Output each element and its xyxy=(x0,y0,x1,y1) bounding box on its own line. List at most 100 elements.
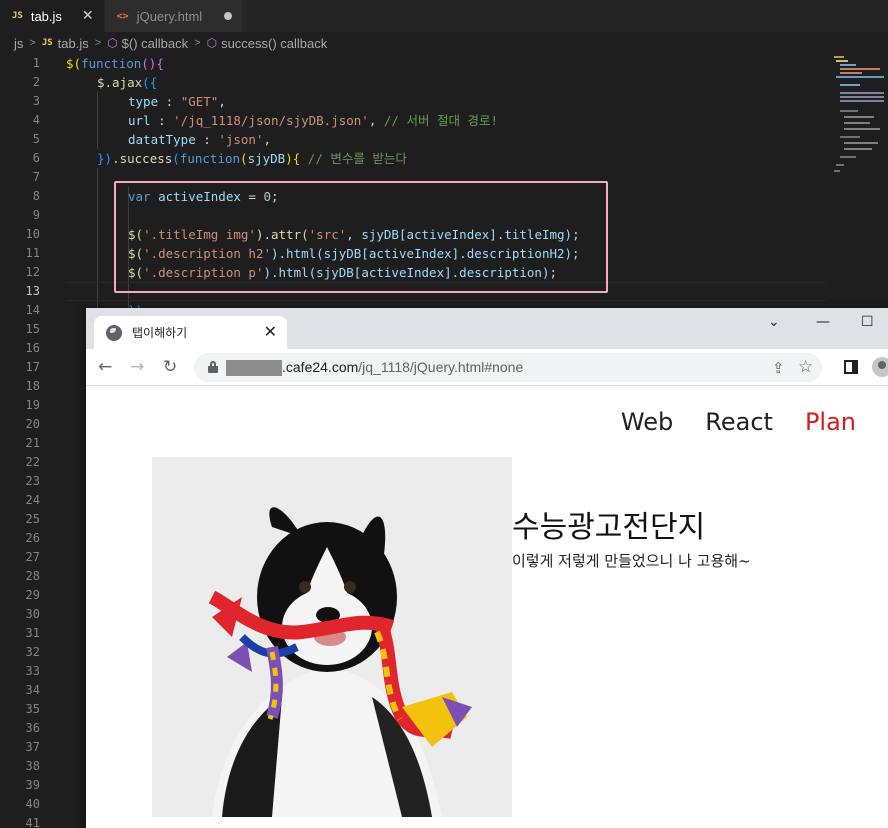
html-file-icon: <> xyxy=(116,10,129,22)
token: // 서버 절대 경로! xyxy=(383,113,499,128)
token: (){ xyxy=(141,56,164,71)
menu-item-web[interactable]: Web xyxy=(621,408,673,436)
token: $ xyxy=(97,75,105,90)
minimap-line xyxy=(836,60,848,62)
line-number: 39 xyxy=(25,778,40,792)
minimap-line xyxy=(836,76,884,78)
line-number: 22 xyxy=(25,455,40,469)
close-icon[interactable]: ✕ xyxy=(264,322,277,341)
line-number: 3 xyxy=(32,94,40,108)
line-number: 2 xyxy=(32,75,40,89)
minimap[interactable] xyxy=(826,54,888,314)
token: "GET" xyxy=(180,94,219,109)
token: : xyxy=(150,113,174,128)
minimap-line xyxy=(836,164,844,166)
token: type xyxy=(128,94,159,109)
line-number: 34 xyxy=(25,683,40,697)
tab-tab-js[interactable]: JS tab.js ✕ xyxy=(0,0,105,32)
token: function xyxy=(179,151,241,166)
code-line-1[interactable]: $(function(){ xyxy=(66,54,164,73)
chevron-down-icon[interactable]: ⌄ xyxy=(768,314,780,330)
breadcrumb-callback[interactable]: $() callback xyxy=(122,36,188,51)
token: datatType xyxy=(128,132,196,147)
minimap-line xyxy=(840,96,884,98)
forward-arrow-icon[interactable]: → xyxy=(130,357,144,377)
code-line-6[interactable]: }).success(function(sjyDB){ // 변수를 받는다 xyxy=(97,149,407,168)
line-number: 19 xyxy=(25,398,40,412)
token: $ xyxy=(66,56,74,71)
line-number: 16 xyxy=(25,341,40,355)
minimap-line xyxy=(840,110,858,112)
chevron-right-icon: > xyxy=(94,37,102,49)
line-number: 35 xyxy=(25,702,40,716)
minimap-line xyxy=(840,92,884,94)
indent-guide xyxy=(97,92,98,149)
unsaved-dot-icon[interactable] xyxy=(224,12,233,20)
description-heading: 수능광고전단지 xyxy=(512,510,706,545)
token: '/jq_1118/json/sjyDB.json' xyxy=(173,113,369,128)
line-number: 1 xyxy=(32,56,40,70)
back-arrow-icon[interactable]: ← xyxy=(98,357,112,377)
line-number: 41 xyxy=(25,816,40,828)
token: : xyxy=(195,132,219,147)
breadcrumb-success-callback[interactable]: success() callback xyxy=(221,36,327,51)
token: ( xyxy=(73,56,82,71)
minimap-line xyxy=(844,148,872,150)
token: , xyxy=(263,132,271,147)
line-number: 27 xyxy=(25,550,40,564)
menu-item-plan[interactable]: Plan xyxy=(805,408,856,436)
side-panel-icon[interactable] xyxy=(844,360,858,374)
share-icon[interactable]: ⇪ xyxy=(772,359,785,377)
tab-jquery-html[interactable]: <> jQuery.html xyxy=(104,0,244,32)
minimap-line xyxy=(844,128,880,130)
minimap-line xyxy=(840,136,860,138)
code-line-4[interactable]: url : '/jq_1118/json/sjyDB.json', // 서버 … xyxy=(128,111,498,130)
lock-icon[interactable] xyxy=(208,361,218,373)
javascript-file-icon: JS xyxy=(12,11,23,21)
breadcrumb-folder[interactable]: js xyxy=(14,36,23,51)
code-line-5[interactable]: datatType : 'json', xyxy=(128,130,271,149)
breadcrumb-file[interactable]: tab.js xyxy=(58,36,89,51)
line-number: 40 xyxy=(25,797,40,811)
url-path: /jq_1118/jQuery.html#none xyxy=(358,359,524,375)
minimize-icon[interactable]: — xyxy=(816,314,830,330)
line-number: 14 xyxy=(25,303,40,317)
line-number: 33 xyxy=(25,664,40,678)
minimap-line xyxy=(840,156,856,158)
browser-tab[interactable]: 탭이해하기 ✕ xyxy=(94,316,287,349)
line-number: 32 xyxy=(25,645,40,659)
avatar[interactable] xyxy=(872,357,888,377)
close-icon[interactable]: ✕ xyxy=(82,8,94,24)
maximize-icon[interactable]: ☐ xyxy=(861,314,874,330)
star-icon[interactable]: ☆ xyxy=(798,357,813,377)
line-number: 28 xyxy=(25,569,40,583)
code-line-2[interactable]: $.ajax({ xyxy=(97,73,157,92)
menu-item-react[interactable]: React xyxy=(705,408,773,436)
dog-photo xyxy=(152,457,512,817)
title-image xyxy=(152,457,512,817)
function-symbol-icon: ⬡ xyxy=(107,36,118,50)
line-number: 12 xyxy=(25,265,40,279)
line-number: 8 xyxy=(32,189,40,203)
line-number: 23 xyxy=(25,474,40,488)
line-number: 37 xyxy=(25,740,40,754)
line-number: 31 xyxy=(25,626,40,640)
token: ({ xyxy=(142,75,158,90)
line-number-gutter: 1 2 3 4 5 6 7 8 9 10 11 12 13 14 15 16 17 18 19 20 21 22 23 24 2… xyxy=(0,54,48,828)
minimap-line xyxy=(840,68,880,70)
token: ( xyxy=(240,151,248,166)
address-bar[interactable]: .cafe24.com/jq_1118/jQuery.html#none ⇪ ☆ xyxy=(194,353,822,382)
editor-tab-bar: JS tab.js ✕ <> jQuery.html xyxy=(0,0,888,32)
function-symbol-icon: ⬡ xyxy=(206,36,218,50)
browser-title-bar: 탭이해하기 ✕ ⌄ — ☐ xyxy=(86,308,888,349)
code-line-3[interactable]: type : "GET", xyxy=(128,92,226,111)
line-number: 6 xyxy=(32,151,40,165)
line-number: 36 xyxy=(25,721,40,735)
token: ( xyxy=(172,151,180,166)
javascript-file-icon: JS xyxy=(41,38,53,48)
browser-tab-title: 탭이해하기 xyxy=(132,326,188,340)
url-text: .cafe24.com/jq_1118/jQuery.html#none xyxy=(282,359,523,375)
token: : xyxy=(158,94,181,109)
reload-icon[interactable]: ↻ xyxy=(163,357,177,377)
line-number: 24 xyxy=(25,493,40,507)
